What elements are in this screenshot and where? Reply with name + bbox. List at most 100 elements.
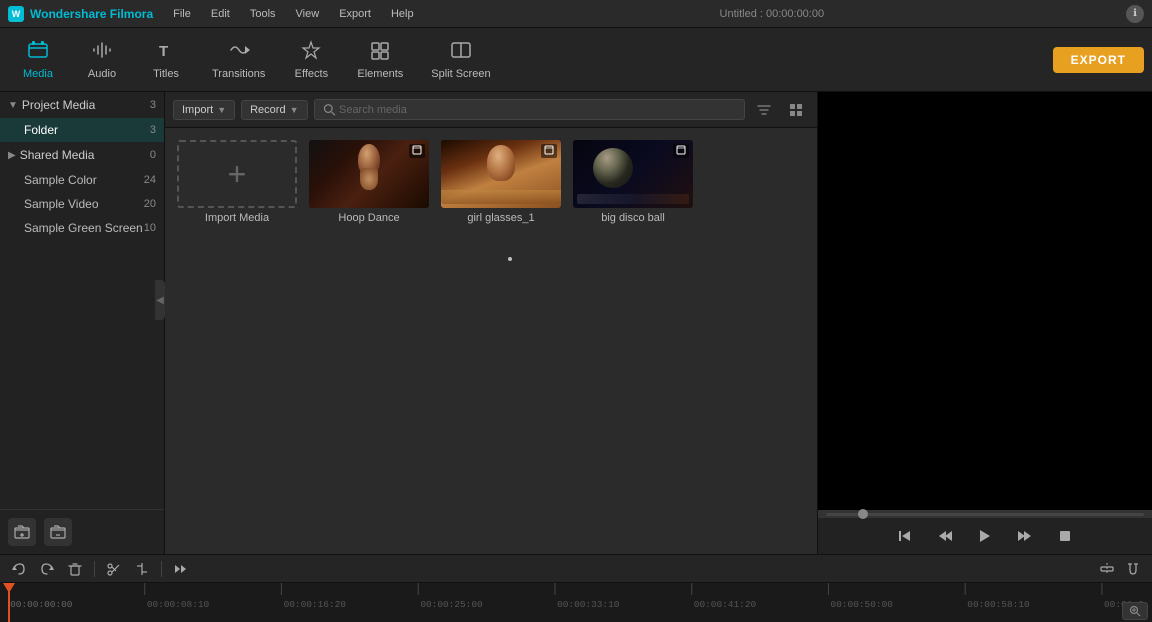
- progress-track[interactable]: [826, 513, 1144, 516]
- app-logo-icon: W: [8, 6, 24, 22]
- sidebar-item-sample-green-screen[interactable]: Sample Green Screen 10: [0, 216, 164, 240]
- timeline-ruler[interactable]: 00:00:00:00 00:00:08:10 00:00:16:20 00:0…: [0, 583, 1152, 622]
- shared-media-label: Shared Media: [20, 148, 95, 162]
- tool-transitions-label: Transitions: [212, 68, 265, 80]
- tool-effects-label: Effects: [295, 68, 328, 80]
- menu-help[interactable]: Help: [387, 6, 418, 22]
- tool-audio[interactable]: Audio: [72, 34, 132, 86]
- sidebar-item-folder[interactable]: Folder 3: [0, 118, 164, 142]
- svg-text:00:00:25:00: 00:00:25:00: [420, 599, 482, 610]
- media-item-disco-ball[interactable]: big disco ball: [573, 140, 693, 224]
- effects-icon: [300, 40, 322, 64]
- play-button[interactable]: [973, 524, 997, 548]
- expand-icon-disco: [673, 144, 689, 158]
- project-media-arrow: ▼: [8, 100, 18, 111]
- cut-button[interactable]: [103, 558, 125, 580]
- undo-button[interactable]: [8, 558, 30, 580]
- tool-elements[interactable]: Elements: [345, 34, 415, 86]
- magnetic-button[interactable]: [1122, 558, 1144, 580]
- tool-media-label: Media: [23, 68, 53, 80]
- preview-panel: [817, 92, 1152, 554]
- svg-text:T: T: [159, 43, 168, 60]
- import-placeholder[interactable]: +: [177, 140, 297, 208]
- sidebar-collapse-handle[interactable]: ◀: [155, 280, 165, 320]
- menu-export[interactable]: Export: [335, 6, 375, 22]
- zoom-button[interactable]: [1122, 602, 1148, 620]
- sample-video-label: Sample Video: [24, 197, 99, 211]
- svg-text:00:00:58:10: 00:00:58:10: [967, 599, 1029, 610]
- menu-edit[interactable]: Edit: [207, 6, 234, 22]
- filter-button[interactable]: [751, 97, 777, 123]
- tool-media[interactable]: Media: [8, 34, 68, 86]
- tool-titles[interactable]: T Titles: [136, 34, 196, 86]
- media-item-hoop-dance[interactable]: Hoop Dance: [309, 140, 429, 224]
- import-chevron-icon: ▼: [217, 105, 226, 115]
- menu-view[interactable]: View: [292, 6, 324, 22]
- tool-effects[interactable]: Effects: [281, 34, 341, 86]
- menu-file[interactable]: File: [169, 6, 195, 22]
- sample-video-count: 20: [144, 198, 156, 210]
- prev-frame-button[interactable]: [893, 524, 917, 548]
- timeline-separator: [94, 561, 95, 577]
- disco-ball-thumb: [573, 140, 693, 208]
- sidebar-footer: [0, 509, 164, 554]
- preview-progress-bar: [818, 510, 1152, 518]
- ruler-svg: 00:00:00:00 00:00:08:10 00:00:16:20 00:0…: [8, 583, 1144, 621]
- split-screen-icon: [450, 40, 472, 64]
- project-media-label: Project Media: [22, 98, 95, 112]
- playhead[interactable]: [8, 583, 10, 622]
- girl-glasses-label: girl glasses_1: [467, 212, 534, 224]
- sample-color-count: 24: [144, 174, 156, 186]
- title-bar: W Wondershare Filmora File Edit Tools Vi…: [0, 0, 1152, 28]
- import-media-label: Import Media: [205, 212, 269, 224]
- sidebar-section-shared-media[interactable]: ▶ Shared Media 0: [0, 142, 164, 168]
- sidebar-section-project-media[interactable]: ▼ Project Media 3: [0, 92, 164, 118]
- svg-text:00:00:33:10: 00:00:33:10: [557, 599, 619, 610]
- sidebar-item-sample-color[interactable]: Sample Color 24: [0, 168, 164, 192]
- main-area: ▼ Project Media 3 Folder 3 ▶ Shared Medi…: [0, 92, 1152, 554]
- export-button[interactable]: EXPORT: [1053, 47, 1144, 73]
- add-folder-button[interactable]: [8, 518, 36, 546]
- menu-tools[interactable]: Tools: [246, 6, 280, 22]
- content-panel: Import ▼ Record ▼ +: [165, 92, 817, 554]
- delete-button[interactable]: [64, 558, 86, 580]
- audio-icon: [91, 40, 113, 64]
- import-media-item[interactable]: + Import Media: [177, 140, 297, 224]
- import-dropdown[interactable]: Import ▼: [173, 100, 235, 120]
- tool-transitions[interactable]: Transitions: [200, 34, 277, 86]
- tool-split-screen[interactable]: Split Screen: [419, 34, 502, 86]
- record-chevron-icon: ▼: [290, 105, 299, 115]
- record-dropdown[interactable]: Record ▼: [241, 100, 307, 120]
- timeline-toolbar: [0, 555, 1152, 583]
- tool-audio-label: Audio: [88, 68, 116, 80]
- progress-thumb: [858, 509, 868, 519]
- step-forward-button[interactable]: [1013, 524, 1037, 548]
- elements-icon: [369, 40, 391, 64]
- tool-titles-label: Titles: [153, 68, 179, 80]
- add-track-button[interactable]: [1096, 558, 1118, 580]
- remove-folder-button[interactable]: [44, 518, 72, 546]
- expand-icon-glasses: [541, 144, 557, 158]
- media-item-girl-glasses[interactable]: girl glasses_1: [441, 140, 561, 224]
- speed-button[interactable]: [170, 558, 192, 580]
- record-label: Record: [250, 104, 285, 116]
- svg-text:00:00:08:10: 00:00:08:10: [147, 599, 209, 610]
- redo-button[interactable]: [36, 558, 58, 580]
- media-grid: + Import Media Hoop Dance: [165, 128, 817, 554]
- expand-icon: [409, 144, 425, 158]
- sidebar-item-sample-video[interactable]: Sample Video 20: [0, 192, 164, 216]
- split-button[interactable]: [131, 558, 153, 580]
- search-input[interactable]: [339, 104, 736, 116]
- preview-controls: [818, 518, 1152, 554]
- menu-bar: File Edit Tools View Export Help: [169, 6, 417, 22]
- info-button[interactable]: ℹ: [1126, 5, 1144, 23]
- svg-text:00:00:41:20: 00:00:41:20: [694, 599, 756, 610]
- tool-elements-label: Elements: [357, 68, 403, 80]
- hoop-dance-thumb: [309, 140, 429, 208]
- sample-color-label: Sample Color: [24, 173, 97, 187]
- step-back-button[interactable]: [933, 524, 957, 548]
- grid-view-button[interactable]: [783, 97, 809, 123]
- import-label: Import: [182, 104, 213, 116]
- stop-button[interactable]: [1053, 524, 1077, 548]
- svg-text:00:00:16:20: 00:00:16:20: [284, 599, 346, 610]
